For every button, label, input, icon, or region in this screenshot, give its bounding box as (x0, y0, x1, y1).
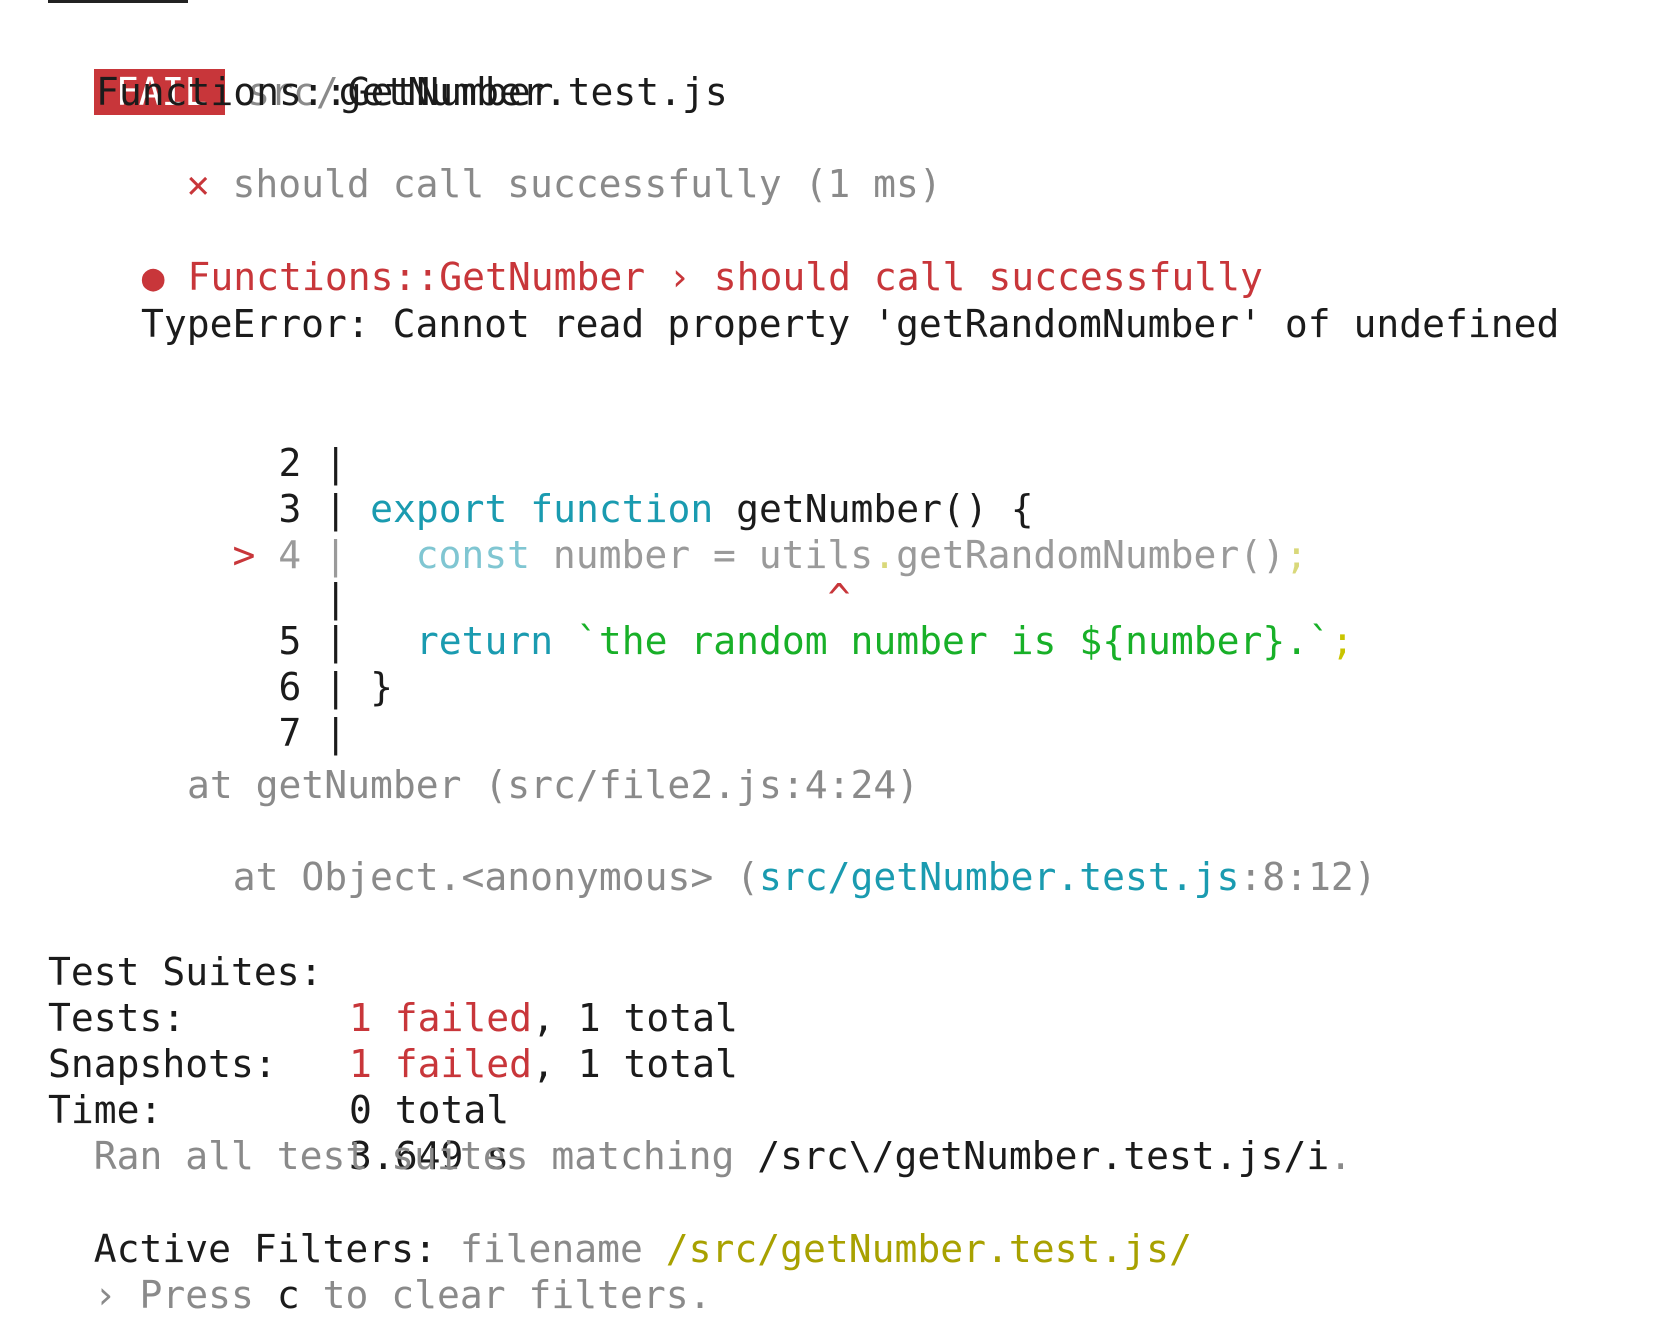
line-number: 7 (278, 711, 302, 755)
active-filters-line: Active Filters: filename /src/getNumber.… (48, 1180, 1192, 1271)
template-string: `the random number is ${number}.` (576, 619, 1331, 663)
code-dot: . (873, 533, 897, 577)
bullet-icon: ● (141, 255, 165, 299)
stack-frame-prefix: at Object.<anonymous> ( (232, 855, 759, 899)
summary-test-suites: Test Suites: 1 failed, 1 total (0, 903, 1654, 1040)
closing-brace: } (370, 665, 393, 709)
code-line-4-highlighted: > 4 | const number = utils.getRandomNumb… (141, 486, 1308, 577)
code-line-6: 6 | } (187, 618, 393, 709)
ran-suffix: . (1329, 1134, 1353, 1178)
error-test-name: should call successfully (713, 255, 1263, 299)
keyword-return: return (415, 619, 554, 663)
code-call: getRandomNumber() (896, 533, 1285, 577)
failed-test-name: should call successfully (232, 162, 782, 206)
chevron-right-icon: › (668, 255, 691, 299)
stack-frame-1: at getNumber (src/file2.js:4:24) (187, 763, 920, 807)
code-line-3: 3 | export function getNumber() { (187, 440, 1034, 531)
ran-prefix: Ran all test suites matching (93, 1134, 735, 1178)
gutter: | (324, 711, 348, 755)
ran-pattern: /src\/getNumber.test.js/i (757, 1134, 1330, 1178)
top-divider (48, 0, 188, 3)
stack-frame-2: at Object.<anonymous> (src/getNumber.tes… (187, 808, 1377, 899)
failed-test-row: ✕ should call successfully (1 ms) (141, 115, 942, 206)
summary-time: Time: 3.649 s (0, 1041, 1654, 1178)
clear-filters-key[interactable]: c (277, 1273, 300, 1317)
error-suite-name: Functions::GetNumber (187, 255, 646, 299)
filter-value: /src/getNumber.test.js/ (665, 1227, 1192, 1271)
code-line-2: 2 | (187, 394, 348, 485)
stack-frame-suffix: :8:12) (1239, 855, 1377, 899)
code-semicolon: ; (1330, 619, 1354, 663)
code-line-7: 7 | (187, 664, 348, 755)
code-semicolon: ; (1285, 533, 1308, 577)
error-title: ● Functions::GetNumber › should call suc… (96, 208, 1263, 299)
ran-all-suites-line: Ran all test suites matching /src\/getNu… (48, 1087, 1352, 1178)
hint-prefix: Press (139, 1273, 254, 1317)
test-file-header: FAIL src/getNumber.test.js (48, 23, 728, 115)
stack-frame-file-link[interactable]: src/getNumber.test.js (759, 855, 1239, 899)
failed-test-duration: (1 ms) (804, 162, 942, 206)
hint-suffix: to clear filters. (322, 1273, 712, 1317)
chevron-right-icon: › (93, 1273, 117, 1317)
clear-filters-hint: › Press c to clear filters. (48, 1226, 712, 1317)
summary-snapshots: Snapshots: 0 total (0, 995, 1654, 1132)
code-caret-line: 0 | ^ (187, 529, 850, 620)
code-line-5: 5 | return `the random number is ${numbe… (187, 572, 1354, 663)
fail-x-icon: ✕ (186, 162, 210, 206)
suite-name: Functions::GetNumber (96, 70, 554, 114)
error-message: TypeError: Cannot read property 'getRand… (141, 302, 1560, 346)
summary-tests: Tests: 1 failed, 1 total (0, 949, 1654, 1086)
